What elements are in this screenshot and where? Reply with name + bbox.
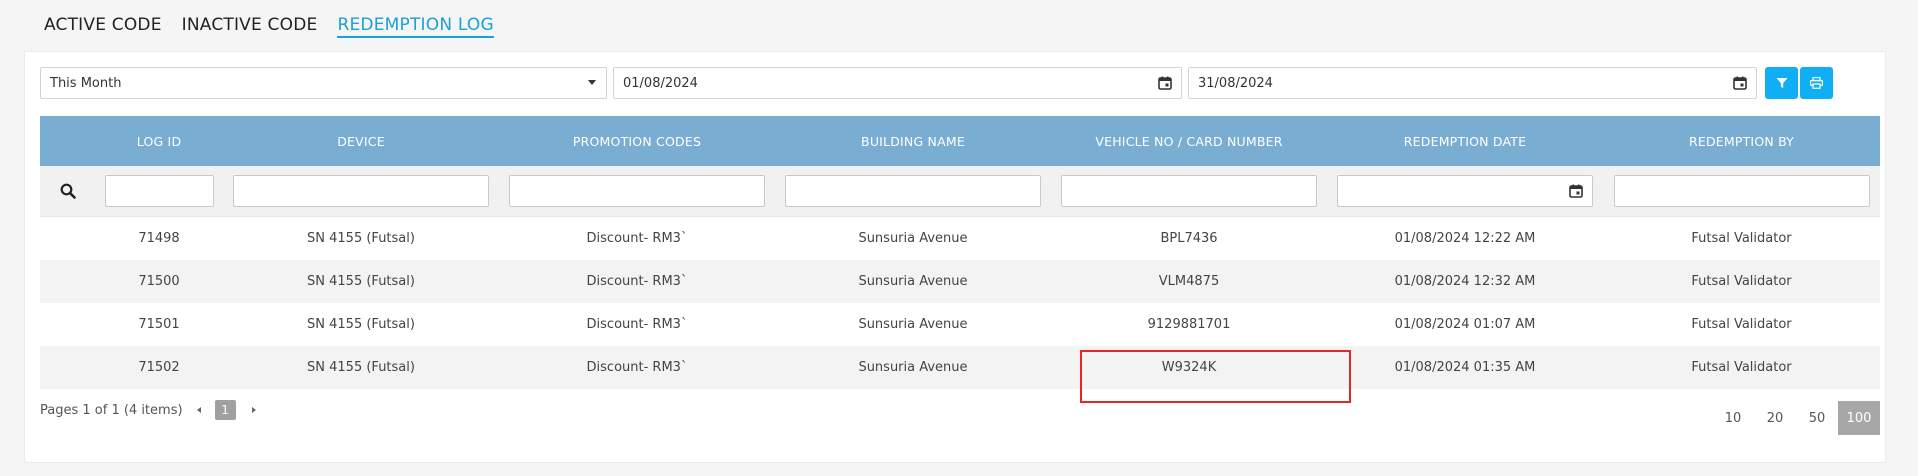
column-header-promotion-codes[interactable]: PROMOTION CODES: [499, 116, 775, 166]
filter-row: [40, 166, 1880, 217]
redemption-log-panel: This Month 01/08/2024 31/08/2024 LOG ID …: [24, 51, 1886, 463]
cell-device: SN 4155 (Futsal): [307, 317, 415, 332]
search-icon: [60, 183, 76, 199]
cell-log-id: 71498: [138, 231, 180, 246]
calendar-icon[interactable]: [1569, 184, 1583, 198]
filter-vehicle-no-input[interactable]: [1061, 175, 1317, 207]
tab-active-code[interactable]: ACTIVE CODE: [44, 12, 162, 40]
next-page-icon[interactable]: [251, 407, 256, 413]
page-size-selector: 10 20 50 100: [1712, 401, 1880, 435]
column-header-redemption-date[interactable]: REDEMPTION DATE: [1327, 116, 1603, 166]
cell-log-id: 71502: [138, 360, 180, 375]
print-button[interactable]: [1800, 67, 1833, 99]
cell-promotion-code: Discount- RM3`: [586, 360, 688, 375]
cell-vehicle-no: 9129881701: [1147, 317, 1231, 332]
cell-building-name: Sunsuria Avenue: [858, 317, 968, 332]
cell-redemption-by: Futsal Validator: [1691, 317, 1792, 332]
page-size-20[interactable]: 20: [1754, 401, 1796, 435]
date-from-input[interactable]: 01/08/2024: [613, 67, 1182, 99]
page-size-50[interactable]: 50: [1796, 401, 1838, 435]
print-icon: [1810, 77, 1823, 89]
column-header-redemption-by[interactable]: REDEMPTION BY: [1603, 116, 1880, 166]
filter-building-name-input[interactable]: [785, 175, 1041, 207]
cell-device: SN 4155 (Futsal): [307, 274, 415, 289]
redemption-log-grid: LOG ID DEVICE PROMOTION CODES BUILDING N…: [40, 116, 1880, 389]
prev-page-icon[interactable]: [196, 407, 201, 413]
page-number-button[interactable]: 1: [214, 400, 236, 420]
cell-device: SN 4155 (Futsal): [307, 360, 415, 375]
tab-inactive-code[interactable]: INACTIVE CODE: [182, 12, 318, 40]
column-header-vehicle-no[interactable]: VEHICLE NO / CARD NUMBER: [1051, 116, 1327, 166]
column-header-building-name[interactable]: BUILDING NAME: [775, 116, 1051, 166]
cell-redemption-by: Futsal Validator: [1691, 231, 1792, 246]
cell-building-name: Sunsuria Avenue: [858, 360, 968, 375]
filter-promotion-codes-input[interactable]: [509, 175, 765, 207]
grid-header: LOG ID DEVICE PROMOTION CODES BUILDING N…: [40, 116, 1880, 166]
page-size-100[interactable]: 100: [1838, 401, 1880, 435]
column-header-device[interactable]: DEVICE: [223, 116, 499, 166]
page-size-10[interactable]: 10: [1712, 401, 1754, 435]
pager-summary: Pages 1 of 1 (4 items): [40, 402, 183, 418]
period-select[interactable]: This Month: [40, 67, 607, 99]
cell-redemption-date: 01/08/2024 01:07 AM: [1394, 317, 1536, 332]
cell-vehicle-no: BPL7436: [1160, 231, 1218, 246]
filter-log-id-input[interactable]: [104, 175, 214, 207]
cell-redemption-by: Futsal Validator: [1691, 274, 1792, 289]
filter-device-input[interactable]: [233, 175, 489, 207]
filter-redemption-date-input[interactable]: [1337, 175, 1593, 207]
pager: Pages 1 of 1 (4 items) 1: [40, 400, 256, 420]
cell-building-name: Sunsuria Avenue: [858, 274, 968, 289]
cell-redemption-by: Futsal Validator: [1691, 360, 1792, 375]
cell-redemption-date: 01/08/2024 12:32 AM: [1394, 274, 1536, 289]
table-row[interactable]: 71502 SN 4155 (Futsal) Discount- RM3` Su…: [40, 346, 1880, 389]
cell-device: SN 4155 (Futsal): [307, 231, 415, 246]
filter-redemption-by-input[interactable]: [1613, 175, 1870, 207]
cell-building-name: Sunsuria Avenue: [858, 231, 968, 246]
filter-icon: [1776, 78, 1787, 88]
date-to-value: 31/08/2024: [1198, 75, 1273, 91]
calendar-icon[interactable]: [1733, 76, 1747, 90]
table-row[interactable]: 71498 SN 4155 (Futsal) Discount- RM3` Su…: [40, 217, 1880, 260]
cell-promotion-code: Discount- RM3`: [586, 317, 688, 332]
chevron-down-icon: [588, 80, 596, 85]
cell-promotion-code: Discount- RM3`: [586, 274, 688, 289]
tab-bar: ACTIVE CODE INACTIVE CODE REDEMPTION LOG: [44, 12, 494, 40]
period-select-value: This Month: [50, 75, 122, 91]
date-from-value: 01/08/2024: [623, 75, 698, 91]
cell-vehicle-no: W9324K: [1161, 360, 1217, 375]
calendar-icon[interactable]: [1158, 76, 1172, 90]
table-row[interactable]: 71501 SN 4155 (Futsal) Discount- RM3` Su…: [40, 303, 1880, 346]
filter-button[interactable]: [1765, 67, 1798, 99]
tab-redemption-log[interactable]: REDEMPTION LOG: [337, 12, 494, 38]
column-header-log-id[interactable]: LOG ID: [95, 116, 223, 166]
table-row[interactable]: 71500 SN 4155 (Futsal) Discount- RM3` Su…: [40, 260, 1880, 303]
cell-promotion-code: Discount- RM3`: [586, 231, 688, 246]
cell-vehicle-no: VLM4875: [1158, 274, 1220, 289]
cell-log-id: 71501: [138, 317, 180, 332]
cell-log-id: 71500: [138, 274, 180, 289]
cell-redemption-date: 01/08/2024 12:22 AM: [1394, 231, 1536, 246]
cell-redemption-date: 01/08/2024 01:35 AM: [1394, 360, 1536, 375]
date-to-input[interactable]: 31/08/2024: [1188, 67, 1757, 99]
